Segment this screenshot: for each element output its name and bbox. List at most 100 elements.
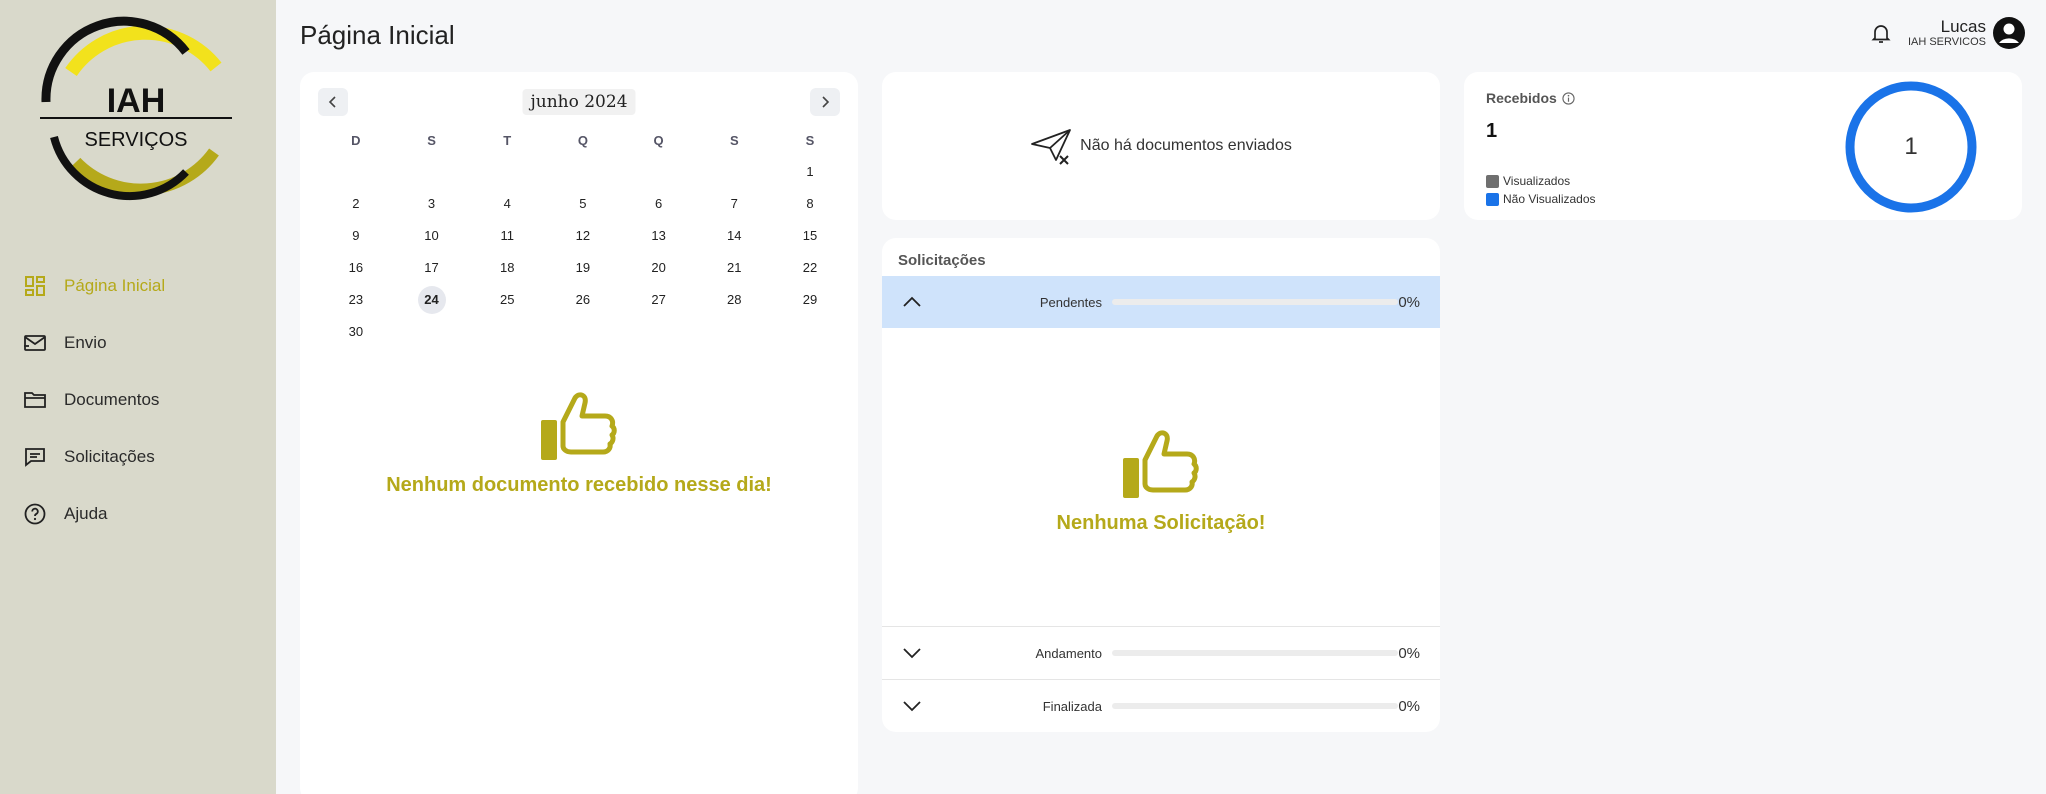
calendar-day-number: 3: [427, 196, 436, 211]
accordion-percent: 0%: [1398, 644, 1420, 662]
user-name: Lucas: [1940, 16, 1986, 36]
calendar-day[interactable]: 16: [318, 254, 394, 282]
send-cancel-icon: [1031, 129, 1072, 165]
calendar-day[interactable]: 22: [772, 254, 848, 282]
sidebar-item-solicitacoes[interactable]: Solicitações: [0, 428, 276, 485]
progress-bar: [1112, 703, 1398, 709]
sidebar-item-documentos[interactable]: Documentos: [0, 371, 276, 428]
sidebar-item-label: Envio: [64, 332, 107, 352]
calendar-day-number: 10: [424, 228, 439, 243]
calendar-day[interactable]: 17: [394, 254, 470, 282]
legend-swatch: [1486, 174, 1499, 188]
chevron-left-icon: [328, 96, 336, 108]
calendar-day[interactable]: 20: [621, 254, 697, 282]
calendar-day-number: 2: [352, 196, 360, 211]
thumbs-up-icon: [1123, 430, 1199, 498]
legend-item-not-viewed[interactable]: Não Visualizados: [1486, 190, 1596, 208]
main-content: Página Inicial Lucas IAH SERVICOS junho …: [276, 0, 2046, 794]
sidebar: IAH SERVIÇOS Página Inicial Envio Docume…: [0, 0, 276, 794]
calendar-day[interactable]: 27: [621, 286, 697, 314]
calendar-week-row: 16 17 18 19 20 21 22: [318, 252, 848, 284]
accordion-andamento[interactable]: Andamento 0%: [882, 627, 1440, 679]
calendar-day[interactable]: 28: [696, 286, 772, 314]
legend-label: Visualizados: [1503, 174, 1571, 188]
sidebar-item-label: Página Inicial: [64, 275, 166, 295]
calendar-day[interactable]: 3: [394, 190, 470, 218]
chart-legend: Visualizados Não Visualizados: [1486, 172, 1596, 208]
calendar-prev-button[interactable]: [318, 88, 348, 116]
calendar-weekday: Q: [577, 132, 588, 148]
calendar-day[interactable]: 25: [469, 286, 545, 314]
calendar-next-button[interactable]: [810, 88, 840, 116]
calendar-day-number: 26: [575, 292, 591, 307]
calendar-week-row: 23 24 25 26 27 28 29: [318, 284, 848, 316]
accordion-percent: 0%: [1398, 697, 1420, 715]
calendar-header: junho 2024: [300, 72, 858, 132]
legend-item-viewed[interactable]: Visualizados: [1486, 172, 1596, 190]
calendar-day[interactable]: 12: [545, 222, 621, 250]
calendar-weekday: D: [351, 132, 361, 148]
calendar-day[interactable]: 26: [545, 286, 621, 314]
sidebar-item-pagina-inicial[interactable]: Página Inicial: [0, 257, 276, 314]
calendar-day[interactable]: 14: [696, 222, 772, 250]
calendar-day[interactable]: 15: [772, 222, 848, 250]
progress-bar: [1112, 650, 1398, 656]
calendar-grid: D S T Q Q S S 1 2 3 4 5 6 7 8 9 10 11 12 13 14 15 16 17 18 19 20 21…: [318, 124, 848, 348]
calendar-day-number: 30: [348, 324, 364, 339]
calendar-day-number: 12: [575, 228, 591, 243]
calendar-day[interactable]: 23: [318, 286, 394, 314]
calendar-day-number: 6: [654, 196, 663, 211]
calendar-day[interactable]: 8: [772, 190, 848, 218]
calendar-day-number: 4: [503, 196, 511, 211]
calendar-weekday: S: [427, 132, 436, 148]
accordion-label: Andamento: [1035, 645, 1103, 661]
user-info[interactable]: Lucas IAH SERVICOS: [1908, 16, 1986, 49]
calendar-week-row: 9 10 11 12 13 14 15: [318, 220, 848, 252]
calendar-day[interactable]: 29: [772, 286, 848, 314]
sidebar-item-label: Ajuda: [64, 503, 108, 523]
received-title-text: Recebidos: [1486, 90, 1557, 106]
calendar-day-number: 15: [802, 228, 818, 243]
calendar-day[interactable]: 18: [469, 254, 545, 282]
accordion-pendentes[interactable]: Pendentes 0%: [882, 276, 1440, 328]
accordion-label: Finalizada: [1042, 698, 1102, 714]
accordion-finalizada[interactable]: Finalizada 0%: [882, 680, 1440, 732]
requests-card: Solicitações Pendentes 0% Nenhuma Solici…: [882, 238, 1440, 732]
calendar-day[interactable]: 11: [469, 222, 545, 250]
calendar-day[interactable]: 24: [394, 286, 470, 314]
calendar-day[interactable]: 1: [772, 158, 848, 186]
company-logo: IAH SERVIÇOS: [36, 12, 236, 217]
calendar-day[interactable]: 13: [621, 222, 697, 250]
calendar-day-number: 25: [499, 292, 515, 307]
calendar-day[interactable]: 5: [545, 190, 621, 218]
calendar-weekday: Q: [653, 132, 664, 148]
calendar-month-label[interactable]: junho 2024: [522, 89, 636, 115]
calendar-day-number: 7: [730, 196, 738, 211]
calendar-day[interactable]: 21: [696, 254, 772, 282]
calendar-day[interactable]: 19: [545, 254, 621, 282]
calendar-day-number: 19: [575, 260, 591, 275]
help-icon: [22, 501, 48, 527]
notification-bell-icon[interactable]: [1866, 18, 1896, 48]
calendar-week-row: 2 3 4 5 6 7 8: [318, 188, 848, 220]
calendar-day[interactable]: 2: [318, 190, 394, 218]
sidebar-item-ajuda[interactable]: Ajuda: [0, 485, 276, 542]
calendar-weekday: S: [729, 132, 739, 148]
chevron-up-icon: [903, 296, 921, 307]
calendar-day-number: 8: [806, 196, 814, 211]
sidebar-item-envio[interactable]: Envio: [0, 314, 276, 371]
calendar-day[interactable]: 6: [621, 190, 697, 218]
calendar-day[interactable]: 10: [394, 222, 470, 250]
avatar-icon[interactable]: [1992, 16, 2026, 50]
calendar-day[interactable]: 30: [318, 318, 394, 346]
calendar-weekday: S: [805, 132, 815, 148]
mail-send-icon: [22, 330, 48, 356]
calendar-day[interactable]: 9: [318, 222, 394, 250]
logo-text-bottom: SERVIÇOS: [85, 129, 188, 151]
calendar-empty-state: Nenhum documento recebido nesse dia!: [300, 390, 858, 497]
calendar-day[interactable]: 7: [696, 190, 772, 218]
calendar-day-number: 29: [802, 292, 818, 307]
info-icon[interactable]: [1562, 91, 1575, 105]
calendar-day[interactable]: 4: [469, 190, 545, 218]
folder-icon: [22, 387, 48, 413]
